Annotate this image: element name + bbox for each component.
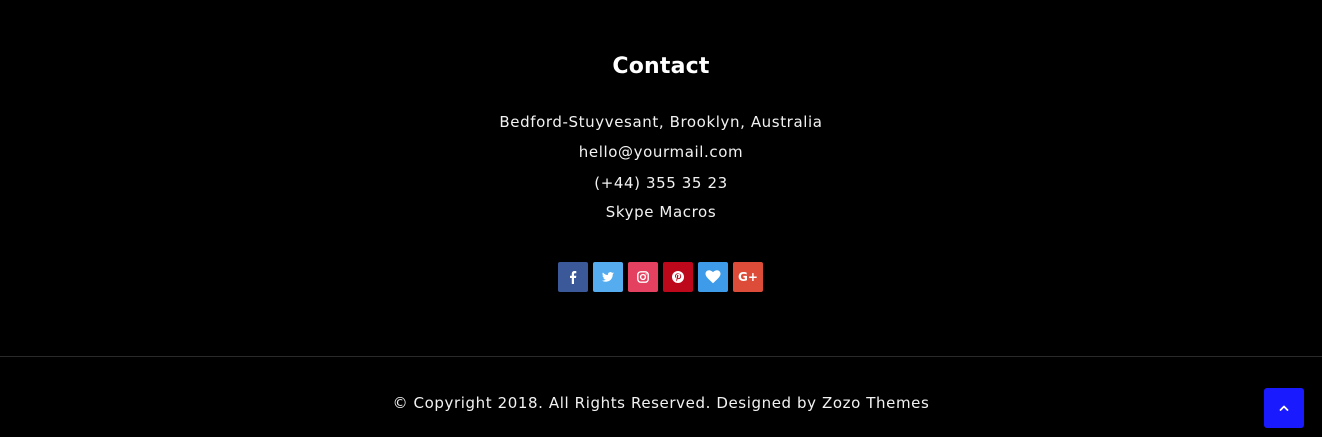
- site-footer: Contact Bedford-Stuyvesant, Brooklyn, Au…: [0, 0, 1322, 437]
- pinterest-button[interactable]: [663, 262, 693, 292]
- copyright-text: © Copyright 2018. All Rights Reserved. D…: [392, 394, 930, 412]
- contact-skype[interactable]: Skype Macros: [0, 202, 1322, 222]
- facebook-icon: [566, 270, 580, 284]
- twitter-icon: [601, 270, 615, 284]
- contact-title: Contact: [612, 54, 710, 79]
- google-plus-icon: G+: [738, 270, 758, 284]
- heart-icon: [705, 270, 721, 284]
- contact-address: Bedford-Stuyvesant, Brooklyn, Australia: [499, 113, 823, 131]
- contact-phone[interactable]: (+44) 355 35 23: [0, 173, 1322, 193]
- social-links: G+: [558, 262, 763, 292]
- contact-email[interactable]: hello@yourmail.com: [0, 142, 1322, 162]
- heart-button[interactable]: [698, 262, 728, 292]
- google-plus-button[interactable]: G+: [733, 262, 763, 292]
- instagram-icon: [636, 270, 650, 284]
- facebook-button[interactable]: [558, 262, 588, 292]
- footer-divider: [0, 356, 1322, 357]
- instagram-button[interactable]: [628, 262, 658, 292]
- chevron-up-icon: [1279, 399, 1289, 417]
- pinterest-icon: [671, 270, 685, 284]
- back-to-top-button[interactable]: [1264, 388, 1304, 428]
- twitter-button[interactable]: [593, 262, 623, 292]
